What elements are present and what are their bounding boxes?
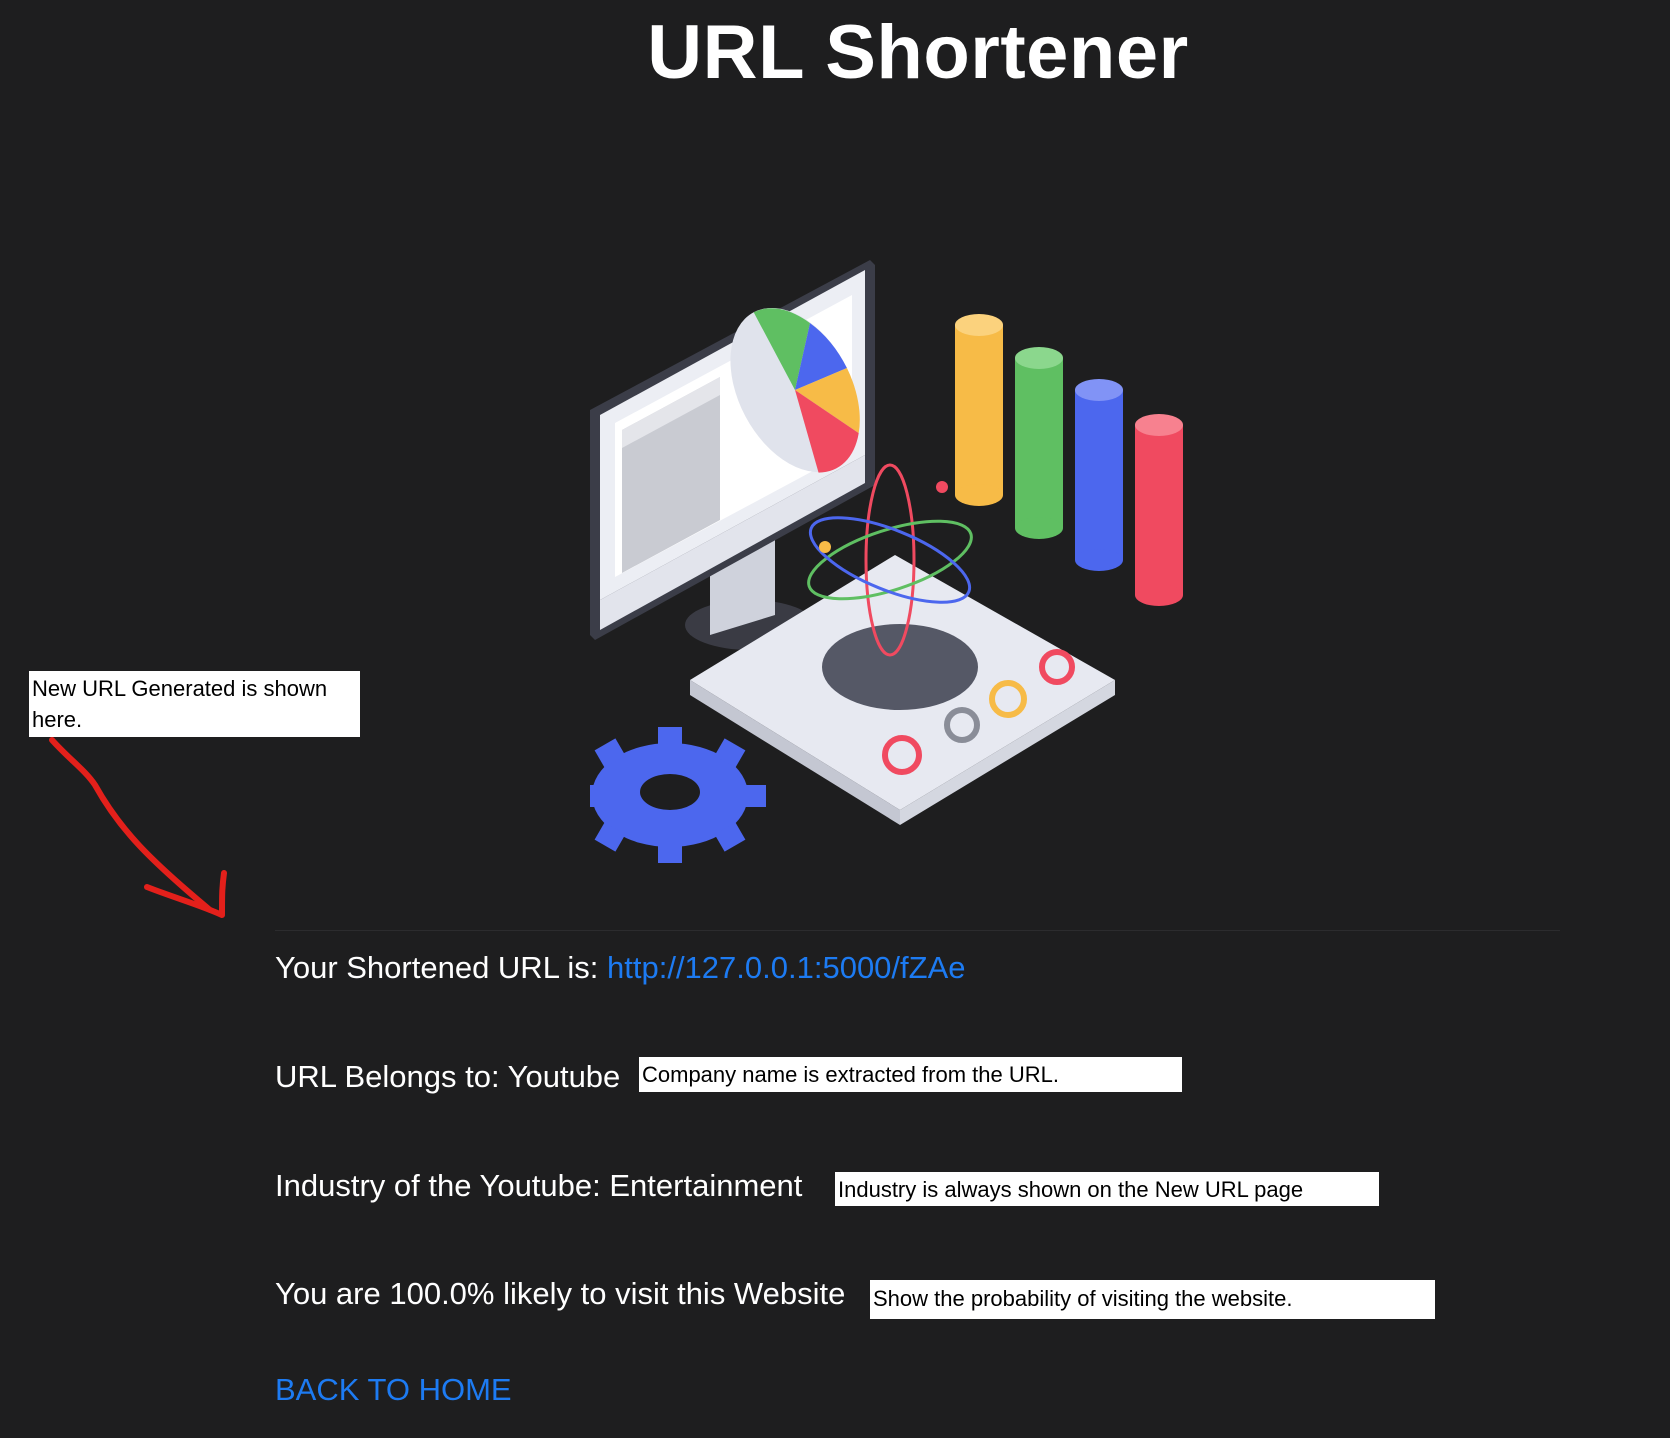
page-title: URL Shortener — [647, 10, 1189, 95]
company-value: Youtube — [507, 1059, 621, 1094]
probability-annotation: Show the probability of visiting the web… — [870, 1280, 1435, 1319]
company-line: URL Belongs to: Youtube — [275, 1057, 620, 1097]
industry-line: Industry of the Youtube: Entertainment — [275, 1166, 802, 1206]
shortened-url-label: Your Shortened URL is: — [275, 950, 608, 985]
shortened-url-line: Your Shortened URL is: http://127.0.0.1:… — [275, 948, 966, 988]
bar-chart-icon — [955, 314, 1183, 606]
industry-value: Entertainment — [609, 1168, 803, 1203]
new-url-annotation: New URL Generated is shown here. — [29, 671, 360, 737]
back-to-home-link[interactable]: BACK TO HOME — [275, 1370, 512, 1410]
analytics-workstation-illustration — [590, 260, 1183, 863]
industry-annotation: Industry is always shown on the New URL … — [835, 1172, 1379, 1206]
gear-icon — [590, 727, 766, 863]
company-annotation: Company name is extracted from the URL. — [639, 1057, 1182, 1092]
company-label: URL Belongs to: — [275, 1059, 508, 1094]
industry-label: Industry of the Youtube: — [275, 1168, 610, 1203]
section-divider — [275, 930, 1560, 931]
shortened-url-link[interactable]: http://127.0.0.1:5000/fZAe — [607, 950, 965, 985]
probability-line: You are 100.0% likely to visit this Webs… — [275, 1276, 846, 1311]
